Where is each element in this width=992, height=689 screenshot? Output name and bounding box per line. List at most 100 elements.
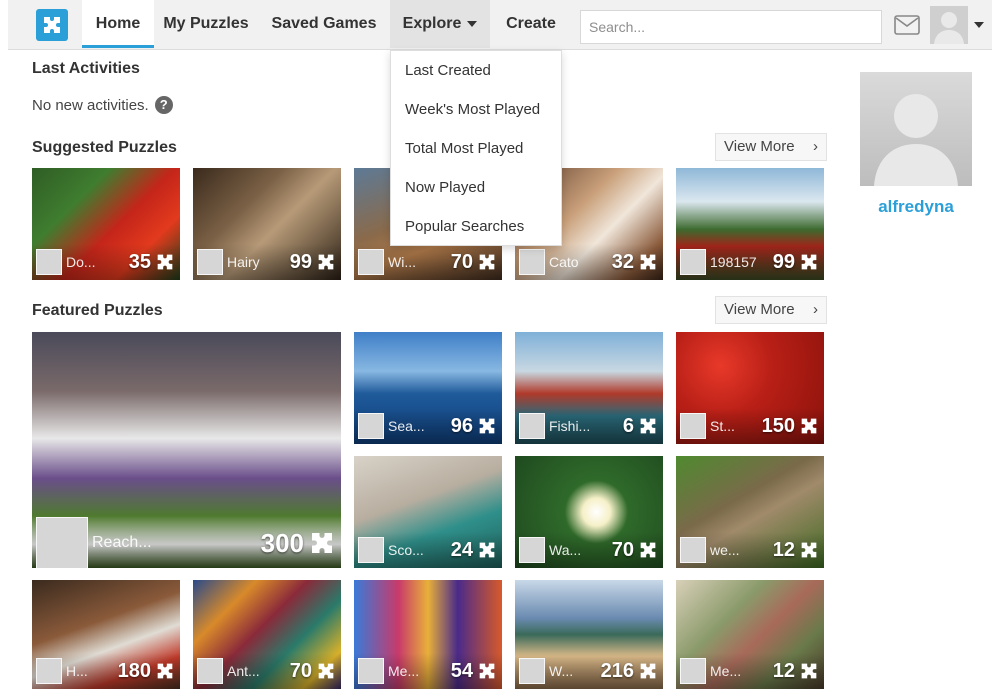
puzzle-piece-icon: [801, 663, 817, 679]
puzzle-tile[interactable]: Hairy 99: [193, 168, 341, 280]
creator-name: W...: [549, 663, 574, 679]
puzzle-piece-icon: [312, 533, 332, 553]
creator-name: Reach...: [92, 534, 152, 551]
puzzle-tile[interactable]: H... 180: [32, 580, 180, 689]
creator-avatar: [36, 249, 62, 275]
nav-home[interactable]: Home: [82, 0, 154, 48]
piece-count: 54: [450, 659, 473, 682]
puzzle-tile-featured-large[interactable]: Reach... 300: [32, 332, 341, 568]
piece-count: 6: [622, 414, 634, 437]
creator-avatar: [680, 413, 706, 439]
creator-avatar: [36, 517, 88, 568]
puzzle-tile[interactable]: Wa... 70: [515, 456, 663, 568]
nav-explore-label: Explore: [402, 15, 462, 32]
creator-avatar: [519, 413, 545, 439]
menu-item-popular-searches[interactable]: Popular Searches: [391, 207, 561, 246]
creator-name: Me...: [710, 663, 742, 679]
profile-username[interactable]: alfredyna: [860, 197, 972, 217]
puzzle-tile[interactable]: Me... 54: [354, 580, 502, 689]
creator-avatar: [519, 537, 545, 563]
creator-name: 198157: [710, 254, 757, 270]
creator-avatar: [358, 249, 384, 275]
user-icon: [934, 12, 964, 44]
creator-avatar: [358, 658, 384, 684]
piece-count: 180: [117, 659, 151, 682]
piece-count: 70: [289, 659, 312, 682]
creator-name: Ant...: [227, 663, 260, 679]
creator-avatar: [197, 249, 223, 275]
creator-name: Fishi...: [549, 418, 591, 434]
menu-item-now-played[interactable]: Now Played: [391, 168, 561, 207]
suggested-puzzles-title: Suggested Puzzles: [32, 139, 177, 156]
user-menu-caret-icon[interactable]: [974, 22, 984, 28]
puzzle-logo-icon: [44, 17, 60, 33]
creator-avatar: [358, 537, 384, 563]
featured-view-more-button[interactable]: View More ›: [715, 296, 827, 324]
menu-item-last-created[interactable]: Last Created: [391, 51, 561, 90]
last-activities-title: Last Activities: [32, 60, 140, 77]
creator-name: St...: [710, 418, 735, 434]
puzzle-piece-icon: [479, 542, 495, 558]
piece-count: 32: [611, 250, 634, 273]
menu-item-total-most-played[interactable]: Total Most Played: [391, 129, 561, 168]
creator-avatar: [519, 658, 545, 684]
chevron-right-icon: ›: [813, 138, 818, 155]
creator-name: Me...: [388, 663, 420, 679]
creator-name: Sea...: [388, 418, 425, 434]
puzzle-tile[interactable]: W... 216: [515, 580, 663, 689]
puzzle-tile[interactable]: Ant... 70: [193, 580, 341, 689]
piece-count: 96: [450, 414, 473, 437]
view-more-label: View More: [724, 138, 795, 155]
creator-avatar: [519, 249, 545, 275]
creator-name: Hairy: [227, 254, 260, 270]
puzzle-tile[interactable]: St... 150: [676, 332, 824, 444]
nav-explore[interactable]: Explore: [390, 0, 490, 48]
puzzle-piece-icon: [640, 418, 656, 434]
no-activities-text: No new activities.: [32, 96, 149, 114]
puzzle-tile[interactable]: Sco... 24: [354, 456, 502, 568]
nav-saved-games[interactable]: Saved Games: [258, 0, 390, 48]
puzzle-piece-icon: [318, 663, 334, 679]
user-icon: [874, 94, 958, 186]
piece-count: 216: [600, 659, 634, 682]
creator-avatar: [197, 658, 223, 684]
site-logo[interactable]: [36, 9, 68, 41]
suggested-view-more-button[interactable]: View More ›: [715, 133, 827, 161]
user-avatar-menu[interactable]: [930, 6, 968, 44]
creator-avatar: [680, 658, 706, 684]
puzzle-piece-icon: [801, 542, 817, 558]
puzzle-piece-icon: [640, 254, 656, 270]
puzzle-piece-icon: [640, 663, 656, 679]
creator-name: Wi...: [388, 254, 416, 270]
creator-name: Sco...: [388, 542, 424, 558]
puzzle-piece-icon: [801, 418, 817, 434]
nav-create[interactable]: Create: [490, 0, 572, 48]
creator-avatar: [680, 249, 706, 275]
puzzle-tile[interactable]: we... 12: [676, 456, 824, 568]
menu-item-weeks-most-played[interactable]: Week's Most Played: [391, 90, 561, 129]
profile-avatar[interactable]: [860, 72, 972, 186]
creator-name: Do...: [66, 254, 96, 270]
piece-count: 12: [772, 538, 795, 561]
mail-icon[interactable]: [894, 15, 920, 35]
puzzle-tile[interactable]: Sea... 96: [354, 332, 502, 444]
piece-count: 150: [761, 414, 795, 437]
help-icon[interactable]: ?: [154, 96, 173, 114]
piece-count: 300: [260, 527, 304, 558]
search-input[interactable]: [580, 10, 882, 44]
creator-name: Wa...: [549, 542, 582, 558]
nav-my-puzzles[interactable]: My Puzzles: [154, 0, 258, 48]
puzzle-tile[interactable]: Do... 35: [32, 168, 180, 280]
puzzle-tile[interactable]: Me... 12: [676, 580, 824, 689]
creator-avatar: [680, 537, 706, 563]
puzzle-piece-icon: [479, 418, 495, 434]
creator-name: we...: [710, 542, 740, 558]
puzzle-tile[interactable]: Fishi... 6: [515, 332, 663, 444]
piece-count: 70: [450, 250, 473, 273]
piece-count: 70: [611, 538, 634, 561]
puzzle-piece-icon: [157, 254, 173, 270]
chevron-down-icon: [467, 20, 478, 27]
creator-avatar: [36, 658, 62, 684]
piece-count: 99: [772, 250, 795, 273]
puzzle-tile[interactable]: 198157 99: [676, 168, 824, 280]
